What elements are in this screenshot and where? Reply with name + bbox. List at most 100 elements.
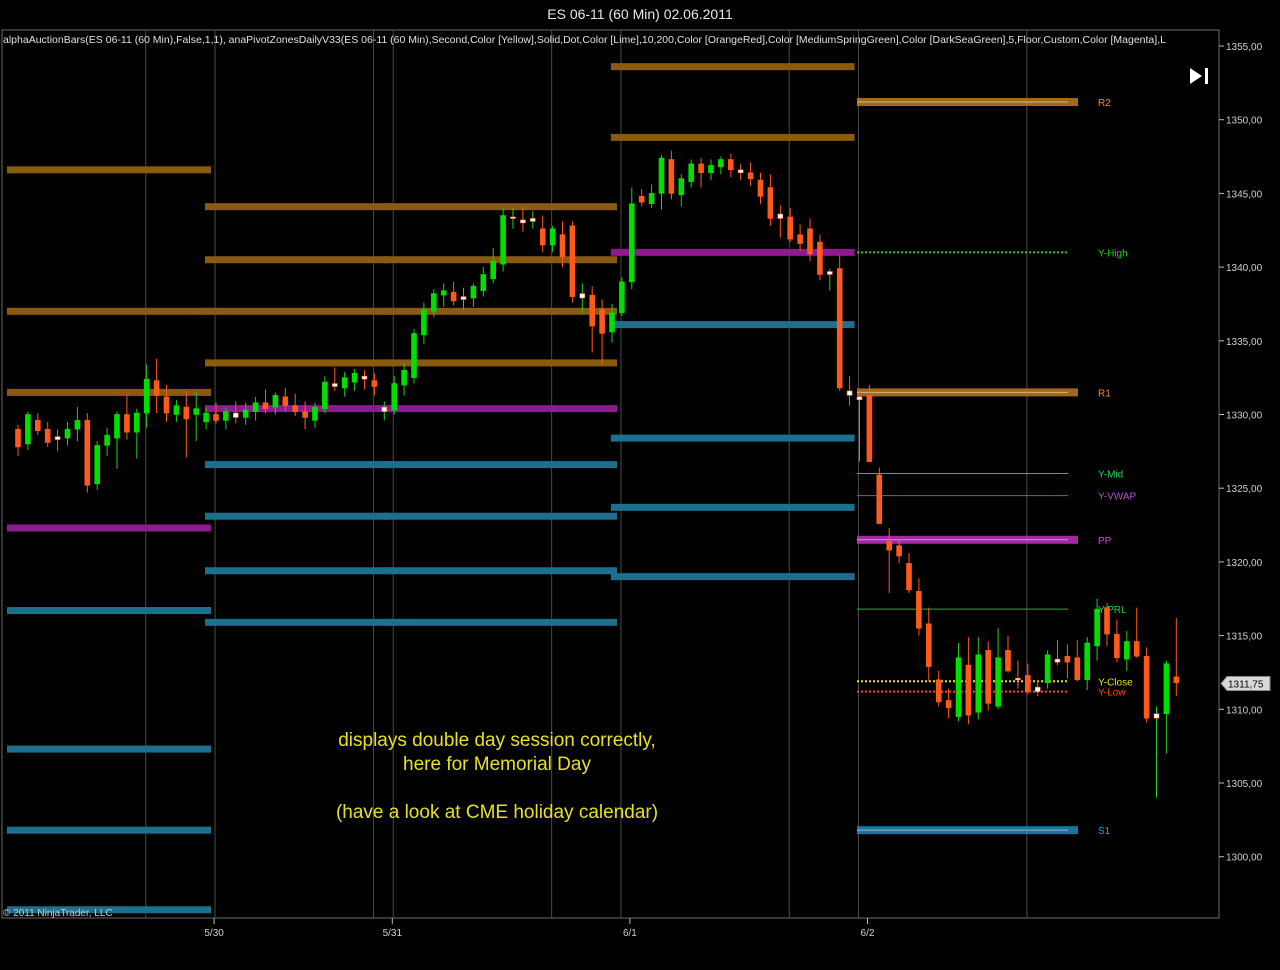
zone-support bbox=[205, 618, 390, 626]
candle-body bbox=[44, 428, 51, 443]
zone-support bbox=[383, 618, 617, 626]
zone-support bbox=[7, 607, 212, 615]
candle-body bbox=[1124, 641, 1130, 660]
candle-body bbox=[955, 657, 962, 717]
candle-body bbox=[539, 228, 546, 246]
candle-body bbox=[470, 285, 477, 299]
indicator-parameters: alphaAuctionBars(ES 06-11 (60 Min),False… bbox=[3, 34, 1166, 46]
candle-body bbox=[351, 372, 358, 383]
zone-resistance bbox=[205, 307, 390, 315]
candle-body bbox=[25, 414, 31, 445]
candle-body bbox=[391, 383, 398, 411]
y-tick-label: 1340,00 bbox=[1226, 263, 1263, 274]
candle-body bbox=[619, 281, 625, 314]
candle-body bbox=[599, 309, 605, 334]
candle-body bbox=[559, 234, 566, 258]
candle-body bbox=[886, 540, 893, 551]
candle-body bbox=[1114, 633, 1120, 659]
candle-body bbox=[1173, 676, 1180, 684]
candle-body bbox=[658, 157, 665, 194]
y-tick-label: 1315,00 bbox=[1226, 632, 1263, 643]
candle-body bbox=[104, 434, 110, 446]
candle-body bbox=[114, 414, 120, 439]
candle-body bbox=[322, 381, 328, 409]
candle-body bbox=[1015, 678, 1021, 681]
y-tick-label: 1345,00 bbox=[1226, 189, 1263, 200]
zone-resistance bbox=[205, 359, 390, 367]
zone-support bbox=[383, 512, 617, 520]
y-tick-label: 1350,00 bbox=[1226, 116, 1263, 127]
candle-body bbox=[549, 228, 556, 246]
candle-body bbox=[341, 377, 348, 389]
candle-body bbox=[1074, 657, 1081, 681]
chart-frame: R2 Y-High R1 Y-Mid Y-VWAP PP Y-PRL Y-Close Y-Low… bbox=[0, 28, 1280, 965]
candle-body bbox=[718, 159, 724, 168]
candle-body bbox=[896, 545, 902, 557]
candle-body bbox=[975, 654, 982, 713]
window-title: ES 06-11 (60 Min) 02.06.2011 bbox=[0, 0, 1280, 28]
level-label: R2 bbox=[1098, 98, 1111, 109]
candle-body bbox=[708, 165, 714, 174]
candle-body bbox=[193, 408, 199, 415]
candle-body bbox=[430, 293, 437, 312]
annotation-line-3: (have a look at CME holiday calendar) bbox=[336, 802, 658, 823]
candle-body bbox=[1133, 641, 1140, 657]
candle-body bbox=[421, 309, 427, 336]
candle-body bbox=[1064, 655, 1071, 663]
y-tick-label: 1335,00 bbox=[1226, 337, 1263, 348]
candle-body bbox=[727, 159, 734, 171]
candle-body bbox=[826, 271, 833, 275]
zone-resistance bbox=[7, 307, 212, 315]
zone-support bbox=[205, 567, 390, 575]
candle-body bbox=[223, 411, 229, 421]
candle-body bbox=[678, 178, 685, 196]
candle-body bbox=[995, 657, 1001, 707]
candle-body bbox=[1163, 663, 1170, 715]
zone-support bbox=[205, 461, 390, 469]
level-label: Y-Low bbox=[1098, 688, 1126, 699]
candle-body bbox=[134, 412, 140, 433]
candle-body bbox=[480, 274, 487, 291]
candle-body bbox=[183, 406, 190, 420]
candle-body bbox=[500, 215, 506, 265]
candle-body bbox=[262, 402, 269, 409]
candle-body bbox=[797, 234, 803, 244]
candle-body bbox=[935, 679, 942, 703]
candlestick-chart[interactable]: R2Y-HighR1Y-MidY-VWAPPPY-PRLY-CloseY-Low… bbox=[0, 28, 1280, 965]
candle-body bbox=[510, 216, 516, 219]
candle-body bbox=[668, 159, 675, 194]
candle-body bbox=[282, 396, 289, 406]
level-label: Y-Mid bbox=[1098, 469, 1123, 480]
candle-body bbox=[945, 700, 952, 709]
candle-body bbox=[579, 293, 586, 299]
candle-body bbox=[648, 193, 655, 205]
candle-body bbox=[985, 650, 992, 704]
candle-body bbox=[836, 268, 843, 389]
candle-body bbox=[876, 474, 883, 524]
last-price-label: 1311,75 bbox=[1228, 680, 1264, 691]
zone-support bbox=[610, 573, 855, 581]
candle-body bbox=[589, 294, 596, 327]
candle-body bbox=[965, 664, 972, 716]
candle-body bbox=[688, 163, 695, 182]
play-to-end-icon[interactable] bbox=[1188, 66, 1212, 86]
candle-body bbox=[143, 378, 150, 414]
candle-body bbox=[925, 623, 932, 667]
zone-support bbox=[205, 512, 390, 520]
candle-body bbox=[371, 380, 378, 387]
candle-body bbox=[450, 291, 457, 302]
candle-body bbox=[698, 163, 704, 174]
level-label: Y-VWAP bbox=[1098, 492, 1136, 503]
zone-support bbox=[610, 503, 855, 511]
plot-frame bbox=[1, 29, 1220, 919]
y-tick-label: 1325,00 bbox=[1226, 484, 1263, 495]
candle-body bbox=[242, 409, 249, 418]
level-label: R1 bbox=[1098, 388, 1111, 399]
candle-body bbox=[1094, 608, 1100, 647]
level-label: S1 bbox=[1098, 826, 1111, 837]
candle-body bbox=[1153, 713, 1160, 719]
candle-body bbox=[1044, 654, 1051, 684]
candle-body bbox=[94, 445, 100, 485]
candle-body bbox=[628, 203, 635, 283]
zone-pivot bbox=[7, 524, 212, 532]
